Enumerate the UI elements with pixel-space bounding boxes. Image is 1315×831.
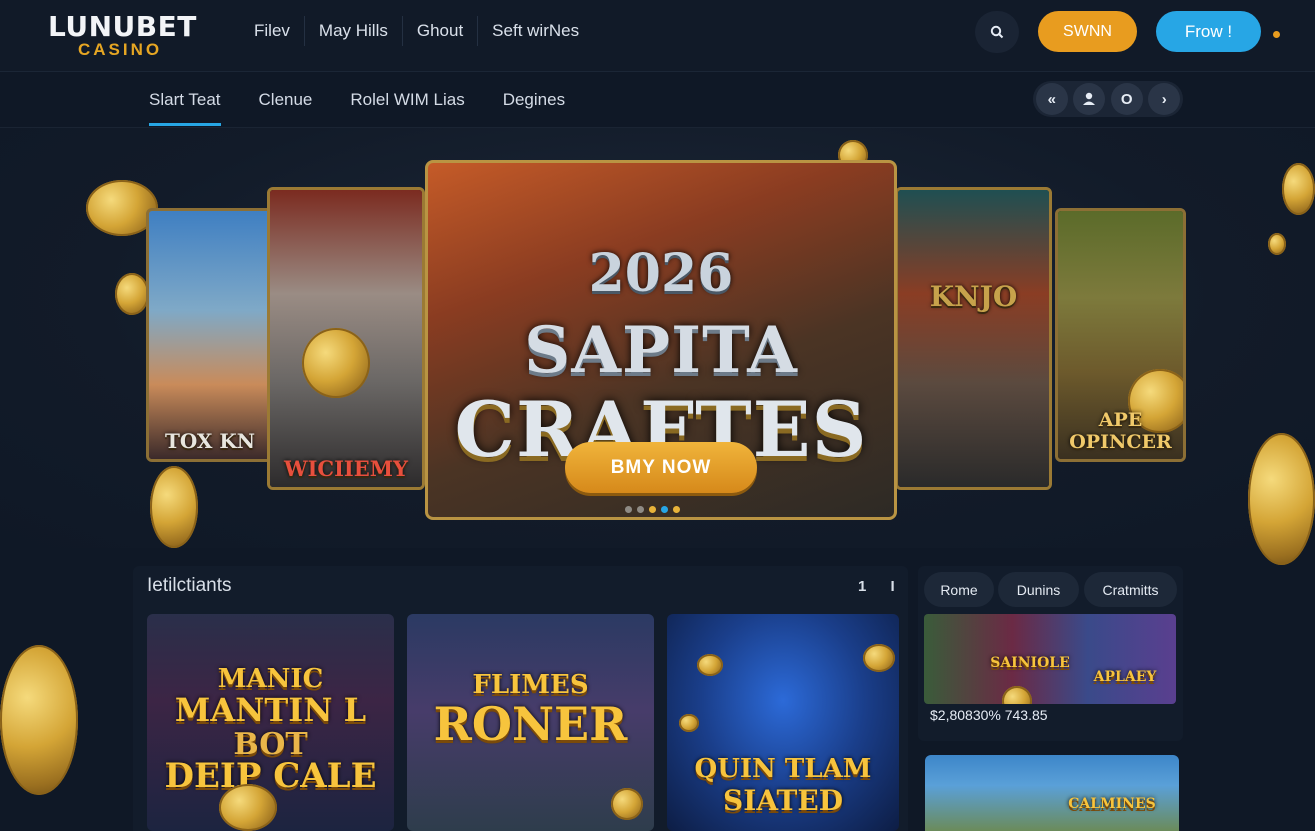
tile-title: FLIMES xyxy=(472,670,589,700)
coin-decoration xyxy=(1282,163,1315,215)
coin-decoration xyxy=(863,644,895,672)
card-label: TOX KN xyxy=(164,429,256,453)
logo-name: LUNUBET xyxy=(48,10,197,43)
game-tile[interactable]: MANIC MANTIN L BOT DEIP CALE xyxy=(147,614,394,831)
search-button[interactable] xyxy=(975,11,1019,53)
game-card[interactable]: WICIIEMY xyxy=(267,187,425,490)
coin-decoration xyxy=(611,788,643,820)
search-icon xyxy=(990,25,1004,39)
coin-decoration xyxy=(150,466,198,548)
card-art xyxy=(898,190,1049,487)
forward-icon[interactable]: › xyxy=(1148,83,1181,115)
tile-title: SIATED xyxy=(723,784,843,817)
sub-tab-3[interactable]: Rolel WIM Lias xyxy=(331,84,483,126)
game-card[interactable]: APE OPINCER xyxy=(1055,208,1186,462)
featured-year: 2026 xyxy=(588,243,734,304)
filter-pill[interactable]: Rome xyxy=(924,572,994,607)
banner-label: APLAEY xyxy=(1093,669,1157,685)
tile-title: MANIC xyxy=(217,664,324,694)
game-tile[interactable]: QUIN TLAM SIATED xyxy=(667,614,899,831)
card-art xyxy=(149,211,271,459)
sub-tab-2[interactable]: Clenue xyxy=(240,84,332,126)
winners-banner[interactable]: SAINIOLE APLAEY xyxy=(924,614,1176,704)
card-label: WICIIEMY xyxy=(283,456,408,481)
tile-title: DEIP CALE xyxy=(164,756,377,796)
top-nav-item-1[interactable]: Filev xyxy=(240,16,304,46)
coin-decoration xyxy=(1248,433,1315,565)
signin-button[interactable]: SWNN xyxy=(1038,11,1137,52)
top-bar: LUNUBET CASINO Filev May Hills Ghout Sef… xyxy=(0,0,1315,72)
notification-dot xyxy=(1273,31,1280,38)
join-button[interactable]: Frow ! xyxy=(1156,11,1261,52)
back-icon[interactable]: « xyxy=(1035,83,1068,115)
section-title: Ietilctiants xyxy=(147,575,232,596)
pager-dot[interactable] xyxy=(673,506,680,513)
pager-dot[interactable] xyxy=(649,506,656,513)
top-nav-item-4[interactable]: Seft wirNes xyxy=(477,16,593,46)
card-label: KNJO xyxy=(929,280,1018,313)
tile-title: MANTIN L xyxy=(174,691,367,729)
coin-decoration xyxy=(1002,686,1032,704)
play-now-button[interactable]: BMY NOW xyxy=(565,442,757,493)
tile-title: RONER xyxy=(433,697,628,751)
coin-decoration xyxy=(0,645,78,795)
winners-amount: $2,80830% 743.85 xyxy=(930,707,1048,723)
coin-decoration xyxy=(115,273,149,315)
featured-title-line-1: SAPITA xyxy=(524,313,798,388)
pager-dot-active[interactable] xyxy=(661,506,668,513)
game-card[interactable]: KNJO xyxy=(895,187,1052,490)
top-nav: Filev May Hills Ghout Seft wirNes xyxy=(240,16,593,46)
pager-dot[interactable] xyxy=(625,506,632,513)
filter-pill[interactable]: Dunins xyxy=(998,572,1079,607)
coin-decoration xyxy=(219,784,277,831)
hero-carousel: TOX KN WICIIEMY KNJO APE OPINCER 2026 SA… xyxy=(0,128,1315,565)
top-nav-item-3[interactable]: Ghout xyxy=(401,16,477,46)
card-label: APE OPINCER xyxy=(1069,409,1172,453)
game-card[interactable]: TOX KN xyxy=(146,208,274,462)
featured-game-card[interactable]: 2026 SAPITA CRAFTES BMY NOW xyxy=(425,160,897,520)
coin-decoration xyxy=(1268,233,1286,255)
circle-icon[interactable]: O xyxy=(1110,83,1143,115)
coin-decoration xyxy=(697,654,723,676)
tile-title: QUIN TLAM xyxy=(694,754,872,784)
quick-icons: « O › xyxy=(1033,81,1183,117)
coin-decoration xyxy=(302,328,370,398)
logo[interactable]: LUNUBET CASINO xyxy=(48,10,198,62)
carousel-pager[interactable] xyxy=(625,506,680,513)
promo-label: CALMINES xyxy=(1068,796,1156,812)
game-tile[interactable]: FLIMES RONER xyxy=(407,614,654,831)
logo-sub: CASINO xyxy=(78,40,163,59)
sub-tabs: Slart Teat Clenue Rolel WIM Lias Degines xyxy=(130,84,584,126)
filter-pill[interactable]: Cratmitts xyxy=(1084,572,1177,607)
top-nav-item-2[interactable]: May Hills xyxy=(303,16,402,46)
user-icon[interactable] xyxy=(1073,83,1106,115)
sub-tab-1[interactable]: Slart Teat xyxy=(130,84,240,126)
sub-tab-4[interactable]: Degines xyxy=(484,84,584,126)
pager-dot[interactable] xyxy=(637,506,644,513)
coin-decoration xyxy=(679,714,699,732)
promo-banner[interactable]: CALMINES xyxy=(925,755,1179,831)
sub-nav-bar: Slart Teat Clenue Rolel WIM Lias Degines… xyxy=(0,72,1315,128)
section-pager[interactable]: 1 I xyxy=(858,578,905,595)
